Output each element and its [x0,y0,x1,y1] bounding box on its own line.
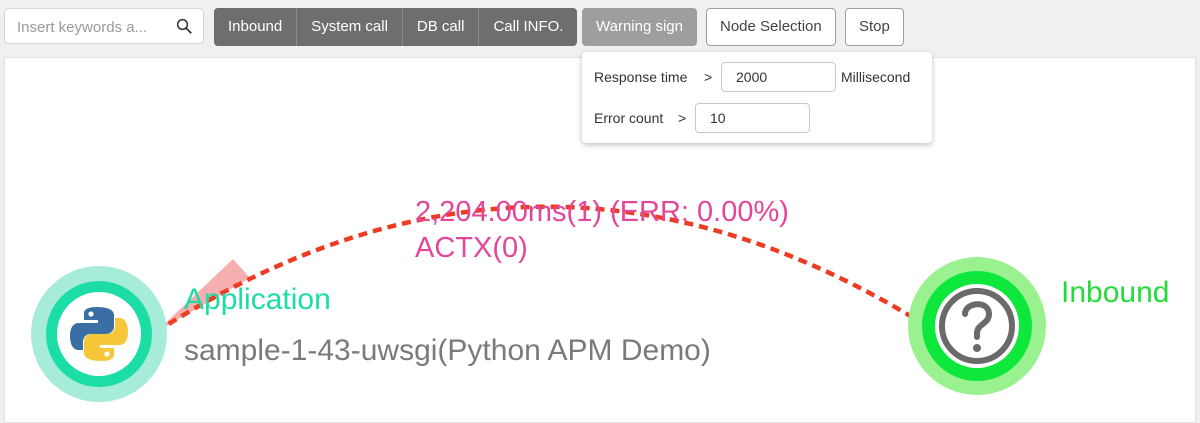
application-node-type-label: Application [184,283,331,316]
error-count-input[interactable] [695,103,810,133]
edge-metrics-label: 2,204.00ms(1) (ERR: 0.00%) ACTX(0) [415,194,789,266]
warning-sign-popup: Response time > Millisecond Error count … [582,52,932,143]
response-time-input[interactable] [721,62,836,92]
application-node[interactable] [31,266,167,402]
error-count-operator: > [678,110,687,126]
response-time-label: Response time [594,69,688,85]
edge-response-label: 2,204.00ms(1) (ERR: 0.00%) [415,196,789,228]
response-time-operator: > [704,69,713,85]
response-time-unit: Millisecond [841,69,911,85]
application-node-name: sample-1-43-uwsgi(Python APM Demo) [184,334,711,367]
inbound-node[interactable] [908,257,1046,395]
error-count-label: Error count [594,110,664,126]
inbound-node-type-label: Inbound [1061,276,1170,309]
edge-actx-label: ACTX(0) [415,232,528,264]
